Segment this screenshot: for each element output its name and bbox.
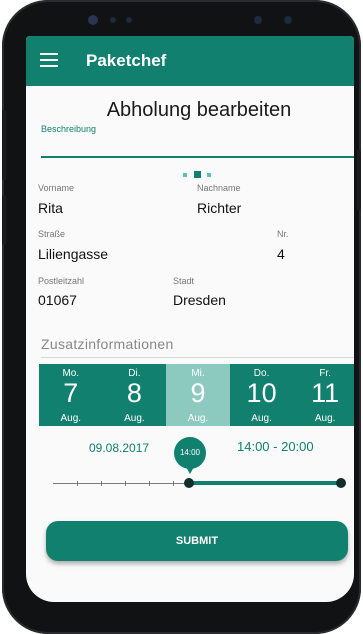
slider-tick [101,481,102,486]
nachname-label: Nachname [197,183,241,193]
day-month: Aug. [187,413,209,424]
day-number: 8 [126,378,142,408]
day-number: 10 [246,378,277,408]
zusatzinformationen-field[interactable]: Zusatzinformationen [41,336,174,352]
day-cell[interactable]: Di. 8 Aug. [102,364,167,426]
front-sensors [62,12,312,28]
volume-button [2,110,6,180]
day-cell[interactable]: Do. 10 Aug. [229,364,294,426]
day-cell-selected[interactable]: Mi. 9 Aug. [166,364,230,426]
day-picker: Mo. 7 Aug. Di. 8 Aug. Mi. 9 Aug. Do. 10 … [39,364,354,426]
day-month: Aug. [314,413,336,424]
page-dot [183,173,187,177]
day-number: 11 [311,378,340,408]
day-cell[interactable]: Mo. 7 Aug. [39,364,103,426]
time-range-slider[interactable]: 14:00 [53,436,346,496]
strasse-value[interactable]: Liliengasse [38,246,108,262]
app-screen: Paketchef Abholung bearbeiten Beschreibu… [26,36,354,602]
phone-frame: Paketchef Abholung bearbeiten Beschreibu… [2,0,361,634]
bixby-button [2,195,6,245]
page-dot [207,173,211,177]
sensor-icon [110,17,116,23]
front-camera-icon [88,15,98,25]
slider-selected-range [189,481,341,485]
day-number: 9 [190,378,206,408]
stadt-label: Stadt [173,276,195,286]
slider-tick [125,481,126,486]
hamburger-menu-icon[interactable] [40,53,58,67]
power-button [357,150,361,210]
slider-tick [77,481,78,486]
sensor-icon [126,17,132,23]
slider-tick [149,481,150,486]
description-label: Beschreibung [41,124,97,134]
page-dot-active [194,171,201,178]
nachname-value[interactable]: Richter [197,200,241,216]
slider-end-handle[interactable] [336,478,346,488]
slider-value-bubble: 14:00 [174,437,206,469]
vorname-label: Vorname [38,183,75,193]
description-input[interactable] [41,136,354,158]
day-month: Aug. [251,413,272,424]
slider-start-handle[interactable] [184,478,194,488]
page-indicator [183,171,213,179]
nr-value[interactable]: 4 [277,246,285,262]
nr-label: Nr. [277,229,289,239]
app-title: Paketchef [86,51,167,70]
day-cell[interactable]: Fr. 11 Aug. [293,364,354,426]
iris-scanner-icon [254,16,262,24]
plz-label: Postleitzahl [38,276,85,286]
day-month: Aug. [60,413,82,424]
day-number: 7 [63,378,79,408]
vorname-value[interactable]: Rita [38,200,63,216]
strasse-label: Straße [38,229,66,239]
zusatz-underline [41,357,354,358]
day-month: Aug. [124,413,145,424]
iris-camera-icon [284,16,292,24]
stadt-value[interactable]: Dresden [173,292,226,308]
app-bar: Paketchef [26,36,354,86]
page-title: Abholung bearbeiten [106,99,292,121]
slider-tick [173,481,174,486]
submit-button[interactable]: SUBMIT [46,521,348,561]
plz-value[interactable]: 01067 [38,292,77,308]
